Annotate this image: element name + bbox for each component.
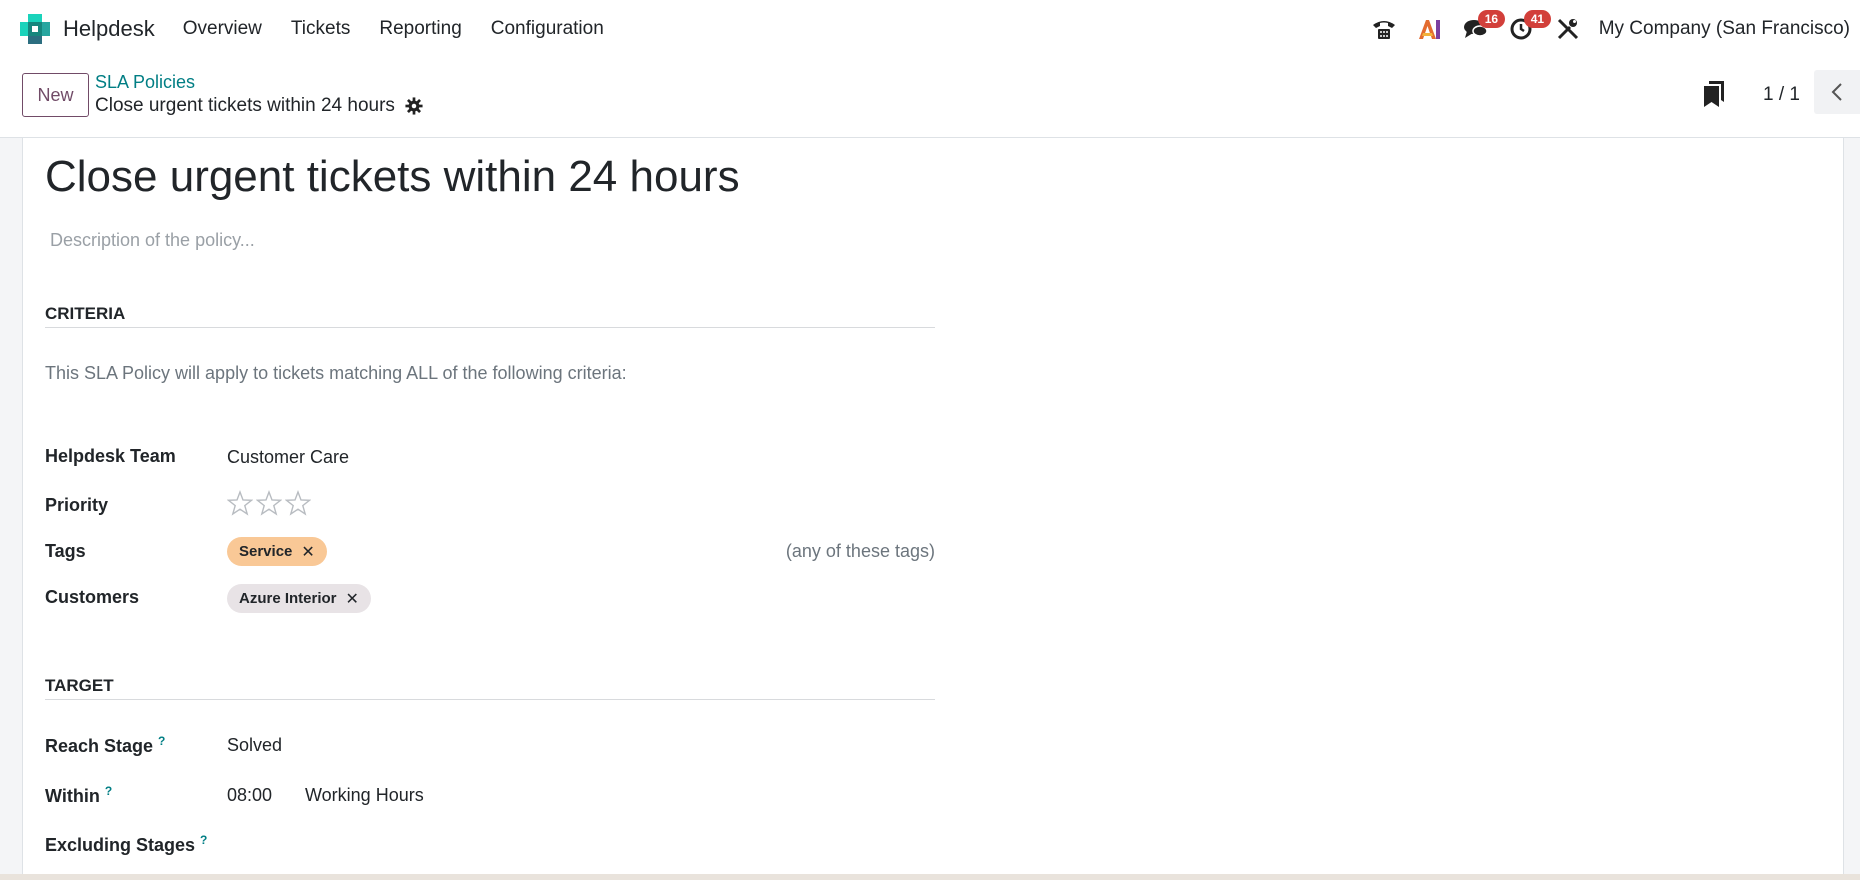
within-time-field[interactable]: 08:00 — [227, 785, 272, 806]
activity-badge: 41 — [1523, 10, 1552, 28]
customers-label: Customers — [45, 587, 140, 607]
tools-icon[interactable] — [1553, 14, 1583, 44]
section-divider — [45, 699, 935, 700]
chat-icon[interactable]: 16 — [1461, 10, 1506, 44]
activity-clock-icon[interactable]: 41 — [1507, 10, 1552, 44]
app-brand[interactable]: Helpdesk — [20, 14, 155, 44]
description-field[interactable]: Description of the policy... — [50, 230, 255, 251]
bookmark-stack-icon[interactable] — [1702, 80, 1726, 108]
criteria-note: This SLA Policy will apply to tickets ma… — [45, 363, 627, 383]
pager-previous-button[interactable] — [1814, 70, 1860, 114]
helpdesk-logo-icon — [20, 14, 50, 44]
help-tooltip-icon[interactable]: ? — [200, 833, 207, 847]
section-target-title: TARGET — [45, 676, 114, 695]
menu-item-configuration[interactable]: Configuration — [491, 18, 604, 40]
excluding-stages-label-text: Excluding Stages — [45, 835, 196, 855]
reach-stage-field[interactable]: Solved — [227, 735, 282, 756]
systray: 16 41 My Company (San Francisco) — [1353, 0, 1850, 58]
helpdesk-team-label: Helpdesk Team — [45, 446, 176, 466]
star-icon[interactable] — [285, 490, 311, 516]
star-icon[interactable] — [256, 490, 282, 516]
ai-icon[interactable] — [1415, 14, 1445, 44]
menu-item-tickets[interactable]: Tickets — [291, 18, 350, 40]
tags-hint: (any of these tags) — [785, 541, 935, 561]
form-sheet: Close urgent tickets within 24 hours Des… — [22, 138, 1844, 874]
new-button[interactable]: New — [22, 73, 89, 117]
breadcrumb-sla-policies[interactable]: SLA Policies — [95, 72, 195, 93]
policy-title-field[interactable]: Close urgent tickets within 24 hours — [45, 152, 740, 202]
top-navbar: Helpdesk Overview Tickets Reporting Conf… — [0, 0, 1860, 58]
section-criteria-title: CRITERIA — [45, 304, 126, 323]
customer-chip-label: Azure Interior — [239, 590, 337, 607]
breadcrumb-current-label: Close urgent tickets within 24 hours — [95, 95, 395, 116]
help-tooltip-icon[interactable]: ? — [105, 784, 112, 798]
control-panel: New SLA Policies Close urgent tickets wi… — [0, 58, 1860, 138]
form-view: Close urgent tickets within 24 hours Des… — [0, 138, 1860, 880]
menu-item-overview[interactable]: Overview — [183, 18, 262, 40]
menu-item-reporting[interactable]: Reporting — [379, 18, 461, 40]
customer-chip: Azure Interior ✕ — [227, 584, 371, 613]
priority-label: Priority — [45, 495, 109, 515]
within-label: Within? — [45, 784, 112, 807]
gear-icon[interactable] — [405, 97, 423, 115]
within-label-text: Within — [45, 786, 100, 806]
excluding-stages-label: Excluding Stages? — [45, 833, 207, 856]
phone-icon[interactable] — [1369, 14, 1399, 44]
within-unit-label: Working Hours — [305, 785, 424, 805]
section-divider — [45, 327, 935, 328]
bottom-edge — [0, 874, 1860, 880]
help-tooltip-icon[interactable]: ? — [158, 734, 165, 748]
main-menu: Overview Tickets Reporting Configuration — [183, 18, 633, 40]
pager-value[interactable]: 1 / 1 — [1763, 84, 1800, 106]
priority-stars — [227, 490, 314, 516]
company-switcher[interactable]: My Company (San Francisco) — [1599, 18, 1850, 40]
chat-badge: 16 — [1477, 10, 1506, 28]
reach-stage-label-text: Reach Stage — [45, 736, 154, 756]
close-icon[interactable]: ✕ — [346, 589, 359, 609]
chevron-left-icon — [1831, 83, 1842, 101]
helpdesk-team-field[interactable]: Customer Care — [227, 447, 349, 468]
breadcrumb-current: Close urgent tickets within 24 hours — [95, 95, 423, 117]
star-icon[interactable] — [227, 490, 253, 516]
reach-stage-label: Reach Stage? — [45, 734, 165, 757]
app-name: Helpdesk — [63, 16, 155, 41]
